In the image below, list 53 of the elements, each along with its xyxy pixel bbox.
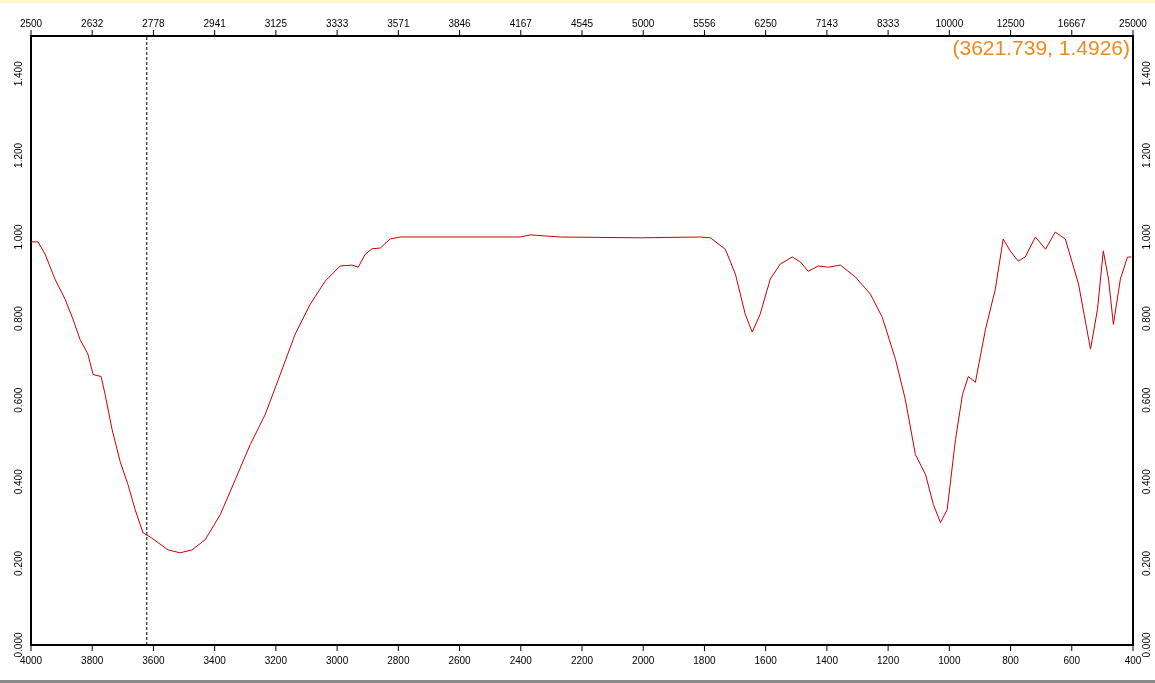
x-tick-label: 1400: [815, 655, 838, 666]
top-tick-label: 2632: [81, 18, 104, 29]
top-tick-label: 10000: [935, 18, 964, 29]
top-tick-label: 25000: [1119, 18, 1147, 29]
top-tick-label: 2500: [19, 18, 43, 29]
x-tick-label: 2600: [448, 655, 471, 666]
top-tick-label: 3571: [387, 18, 410, 29]
x-tick-label: 3000: [326, 655, 349, 666]
y-tick-label: 1.000: [13, 224, 24, 250]
y-tick-label: 0.400: [13, 469, 24, 495]
x-tick-label: 2200: [570, 655, 594, 666]
top-tick-label: 2941: [203, 18, 226, 29]
top-tick-label: 3125: [264, 18, 287, 29]
y-tick-label: 0.600: [13, 387, 24, 413]
right-tick-label: 1.200: [1141, 142, 1152, 168]
top-tick-label: 4167: [509, 18, 532, 29]
y-tick-label: 0.200: [13, 550, 24, 576]
top-tick-label: 4545: [570, 18, 594, 29]
top-tick-label: 6250: [754, 18, 777, 29]
x-tick-label: 3600: [142, 655, 165, 666]
right-tick-label: 0.400: [1141, 469, 1152, 495]
x-tick-label: 1000: [938, 655, 961, 666]
y-tick-label: 1.200: [13, 142, 24, 168]
top-tick-label: 8333: [877, 18, 900, 29]
top-tick-label: 5556: [693, 18, 716, 29]
x-tick-label: 800: [1002, 655, 1019, 666]
x-tick-label: 400: [1124, 655, 1142, 666]
y-tick-label: 1.400: [13, 61, 24, 87]
top-tick-label: 12500: [996, 18, 1025, 29]
top-tick-label: 3333: [326, 18, 349, 29]
right-tick-label: 0.000: [1141, 632, 1152, 658]
x-tick-label: 3200: [264, 655, 287, 666]
x-tick-label: 2400: [509, 655, 532, 666]
right-tick-label: 1.400: [1141, 61, 1152, 87]
right-tick-label: 1.000: [1141, 224, 1152, 250]
x-tick-label: 1600: [754, 655, 777, 666]
cursor-readout: (3621.739, 1.4926): [952, 36, 1130, 59]
x-tick-label: 600: [1063, 655, 1081, 666]
right-tick-label: 0.600: [1141, 387, 1152, 413]
top-tick-label: 2778: [142, 18, 165, 29]
x-tick-label: 3800: [81, 655, 104, 666]
top-tick-label: 5000: [632, 18, 655, 29]
right-tick-label: 0.200: [1141, 550, 1152, 576]
x-tick-label: 1200: [877, 655, 900, 666]
y-tick-label: 0.800: [13, 306, 24, 332]
x-tick-label: 2800: [387, 655, 410, 666]
x-tick-label: 2000: [632, 655, 655, 666]
right-tick-label: 0.800: [1141, 306, 1152, 332]
x-tick-label: 1800: [693, 655, 716, 666]
top-tick-label: 3846: [448, 18, 471, 29]
top-tick-label: 16667: [1057, 18, 1086, 29]
x-tick-label: 3400: [203, 655, 226, 666]
top-tick-label: 7143: [815, 18, 838, 29]
